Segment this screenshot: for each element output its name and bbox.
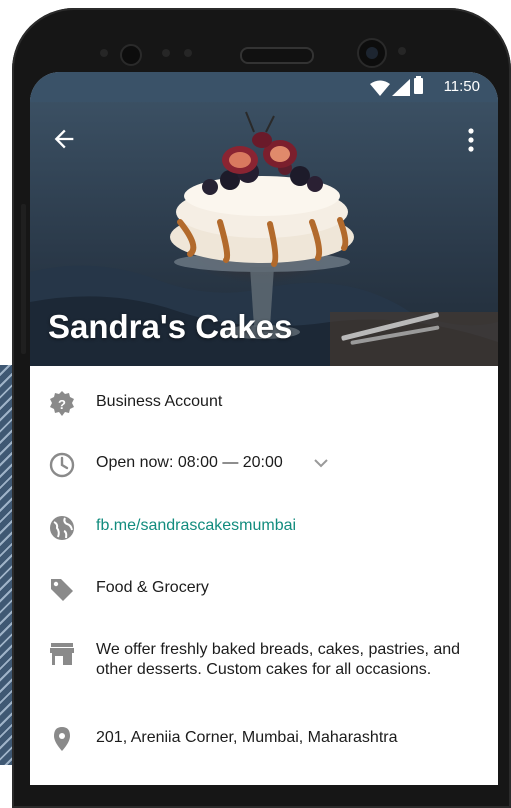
account-type-label: Business Account — [96, 393, 223, 410]
globe-icon — [50, 516, 74, 540]
sensor-dot — [184, 49, 192, 57]
business-hours: Open now: 08:00 — 20:00 — [96, 454, 283, 471]
business-category: Food & Grocery — [96, 579, 209, 596]
clock-icon — [49, 452, 75, 478]
business-address: 201, Areniia Corner, Mumbai, Maharashtra — [96, 729, 398, 746]
signal-icon — [392, 79, 410, 96]
app-screen: 11:50 Sandra's Cakes ? Business Account … — [30, 72, 498, 785]
business-name: Sandra's Cakes — [48, 308, 293, 345]
status-time: 11:50 — [443, 78, 480, 95]
back-arrow-icon[interactable] — [50, 125, 78, 153]
status-icons — [370, 76, 430, 96]
website-link[interactable]: fb.me/sandrascakesmumbai — [96, 516, 296, 536]
sensor-dot — [398, 47, 406, 55]
sensor-dot — [100, 49, 108, 57]
earpiece-speaker — [240, 47, 314, 64]
business-badge-icon: ? — [50, 391, 74, 416]
battery-icon — [414, 76, 423, 94]
storefront-icon — [50, 643, 74, 665]
front-camera — [357, 38, 387, 68]
profile-header: 11:50 Sandra's Cakes — [30, 72, 498, 366]
status-bar: 11:50 — [30, 72, 498, 102]
chevron-down-icon[interactable] — [314, 458, 328, 468]
svg-text:?: ? — [58, 397, 66, 412]
more-options-icon[interactable] — [466, 127, 476, 153]
location-pin-icon — [54, 727, 70, 751]
phone-side-button — [21, 204, 26, 354]
sensor-dot — [162, 49, 170, 57]
business-description: We offer freshly baked breads, cakes, pa… — [96, 641, 461, 678]
tag-icon — [51, 579, 73, 601]
front-sensor — [120, 44, 142, 66]
wifi-icon — [370, 80, 390, 96]
